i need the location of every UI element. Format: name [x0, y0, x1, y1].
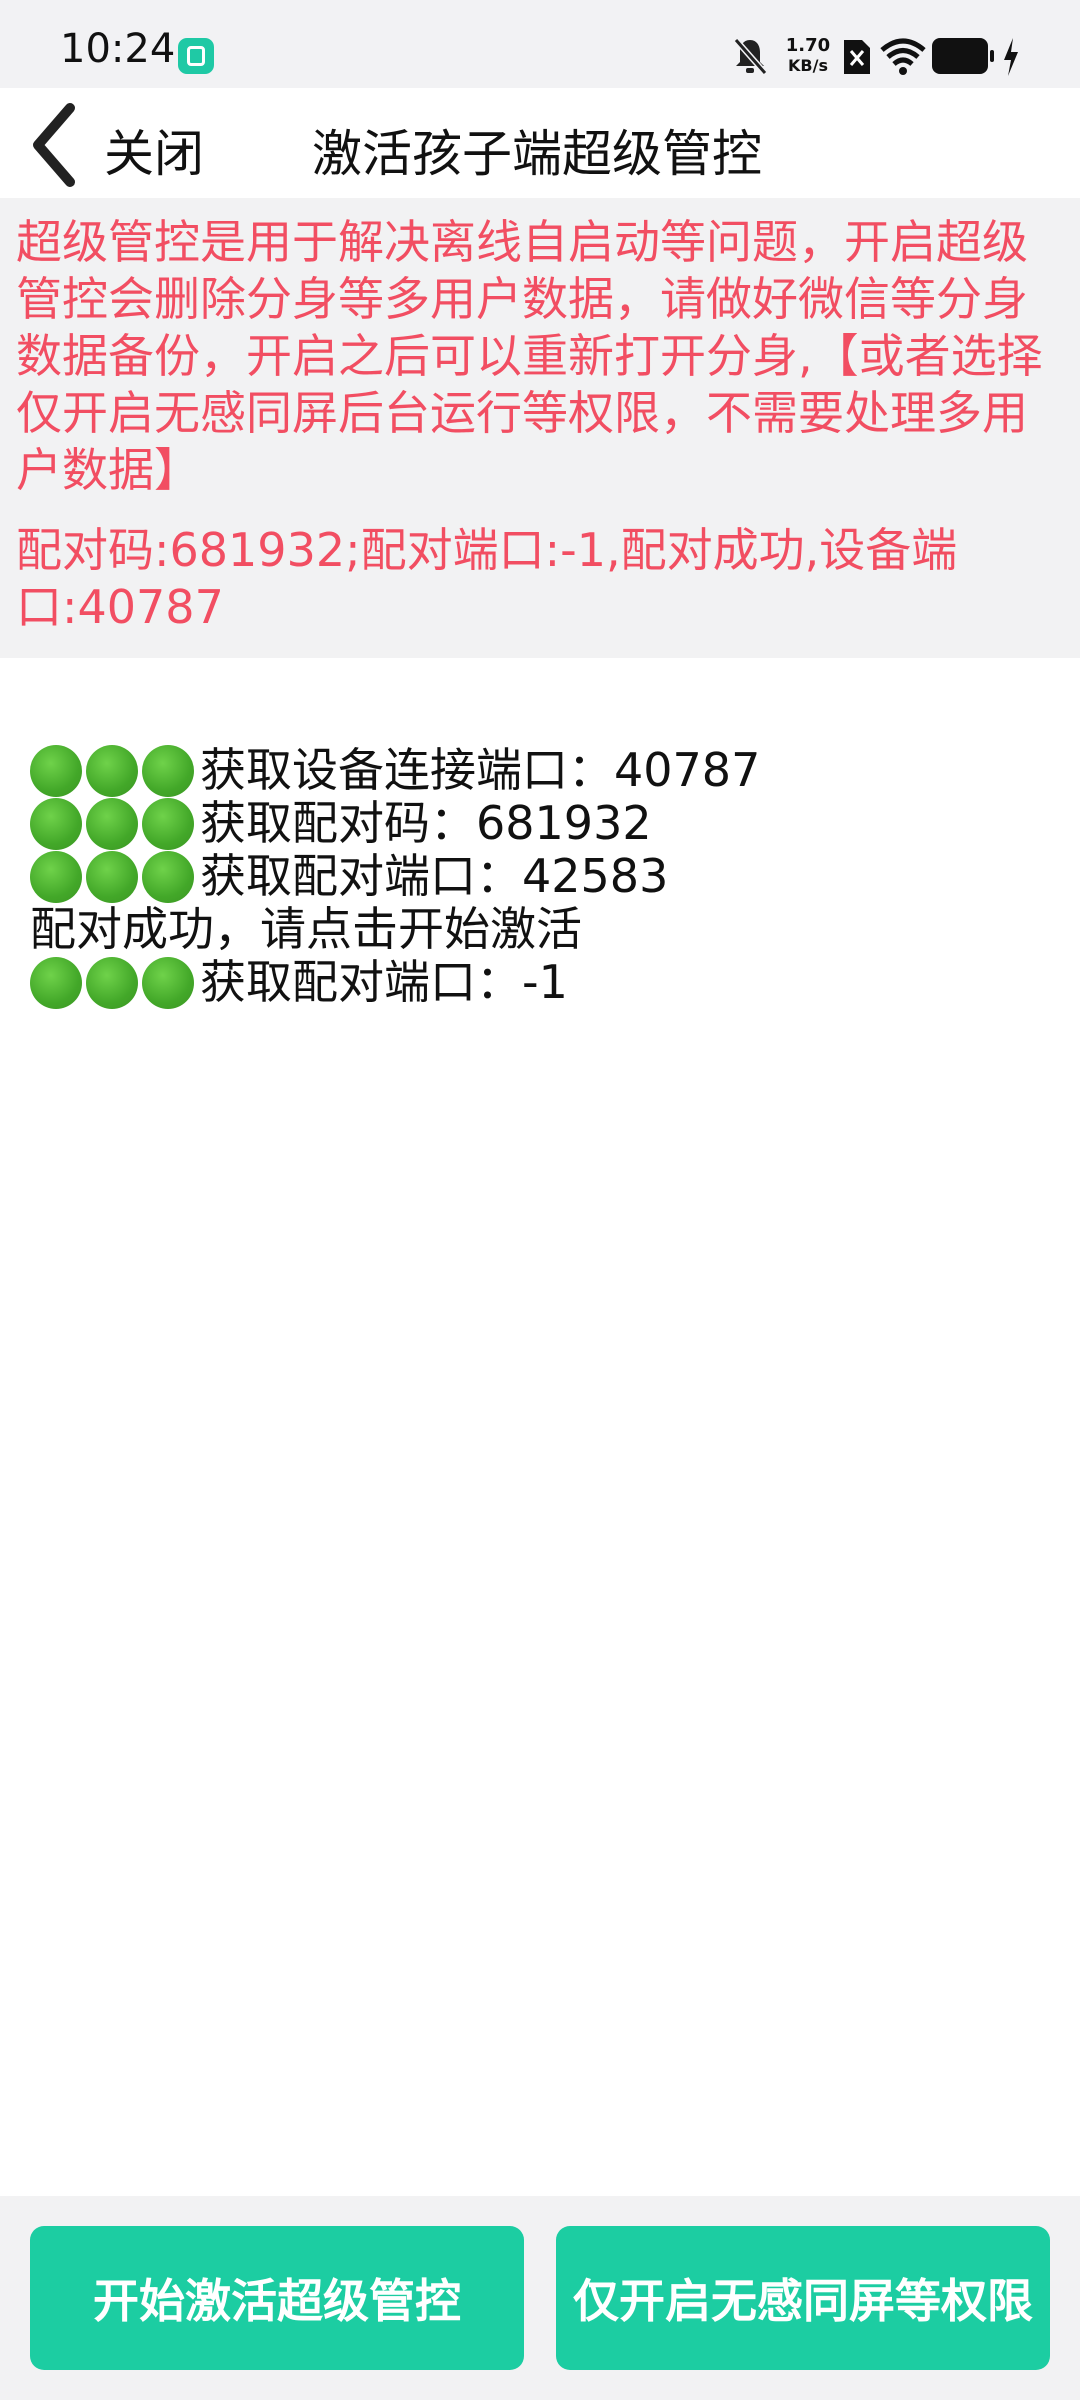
- app-bar: 关闭 激活孩子端超级管控: [0, 88, 1080, 198]
- charging-icon: [1004, 38, 1018, 76]
- log-line: 获取配对端口：-1: [30, 956, 1060, 1009]
- log-line-text: 获取配对端口：-1: [200, 955, 568, 1009]
- page-title: 激活孩子端超级管控: [312, 125, 762, 183]
- network-speed: 1.70 KB/s: [780, 36, 836, 76]
- back-icon[interactable]: [26, 100, 86, 190]
- warning-text: 超级管控是用于解决离线自启动等问题，开启超级管控会删除分身等多用户数据，请做好微…: [16, 215, 1043, 497]
- network-speed-unit: KB/s: [788, 56, 828, 75]
- log-line-text: 获取配对码：681932: [200, 796, 652, 850]
- status-dots-icon: [30, 956, 198, 1009]
- start-activation-button[interactable]: 开始激活超级管控: [30, 2226, 524, 2370]
- status-time: 10:24: [60, 26, 176, 72]
- app-notification-icon: [178, 38, 214, 74]
- close-button[interactable]: 关闭: [104, 114, 204, 186]
- permissions-only-button[interactable]: 仅开启无感同屏等权限: [556, 2226, 1050, 2370]
- log-line: 获取配对码：681932: [30, 797, 1060, 850]
- status-dots-icon: [30, 850, 198, 903]
- log-line-text: 获取配对端口：42583: [200, 849, 669, 903]
- bottom-action-bar: 开始激活超级管控 仅开启无感同屏等权限: [0, 2196, 1080, 2400]
- mute-bell-icon: [733, 38, 768, 75]
- network-speed-value: 1.70: [785, 35, 831, 56]
- wifi-icon: [880, 38, 926, 75]
- log-line: 配对成功，请点击开始激活: [30, 903, 1060, 956]
- warning-notice: 超级管控是用于解决离线自启动等问题，开启超级管控会删除分身等多用户数据，请做好微…: [0, 198, 1080, 658]
- log-line: 获取配对端口：42583: [30, 850, 1060, 903]
- battery-icon: [932, 38, 994, 74]
- pairing-status-text: 配对码:681932;配对端口:-1,配对成功,设备端口:40787: [16, 523, 958, 634]
- log-line: 获取设备连接端口：40787: [30, 744, 1060, 797]
- status-dots-icon: [30, 797, 198, 850]
- no-sim-icon: [844, 40, 870, 74]
- status-bar: 10:24 1.70 KB/s: [0, 0, 1080, 88]
- activation-log: 获取设备连接端口：40787 获取配对码：681932 获取配对端口：42583…: [30, 744, 1060, 1009]
- log-line-text: 获取设备连接端口：40787: [200, 743, 761, 797]
- log-line-text: 配对成功，请点击开始激活: [30, 902, 582, 956]
- status-dots-icon: [30, 744, 198, 797]
